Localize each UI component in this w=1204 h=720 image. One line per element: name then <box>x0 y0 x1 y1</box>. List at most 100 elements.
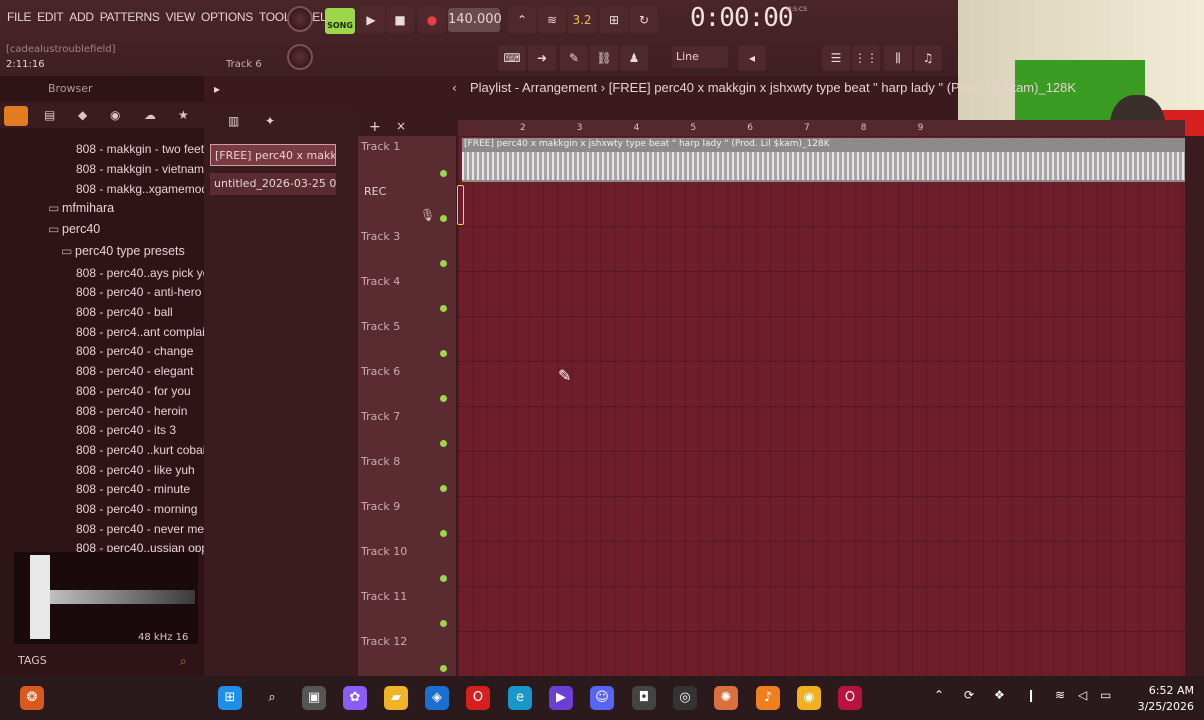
arrow-icon[interactable]: ➜ <box>528 45 556 71</box>
browser-item[interactable]: 808 - perc40 - its 3 <box>76 423 176 437</box>
track-enable-led[interactable] <box>440 575 447 582</box>
track-label[interactable]: Track 4 <box>361 275 400 288</box>
browser-item[interactable]: 808 - perc40..ays pick you <box>76 266 216 280</box>
tempo-display[interactable]: 140.000 <box>448 8 502 32</box>
track-enable-led[interactable] <box>440 485 447 492</box>
playlist-back-icon[interactable]: ‹ <box>452 81 457 95</box>
menu-item[interactable]: PATTERNS <box>97 10 163 24</box>
close-icon[interactable]: × <box>396 119 406 133</box>
discord-icon[interactable]: ☺ <box>590 686 614 710</box>
timeline-ruler[interactable] <box>458 120 1185 136</box>
record-button[interactable]: ● <box>418 7 446 33</box>
picker-audio-icon[interactable]: ✦ <box>265 114 275 128</box>
track-enable-led[interactable] <box>440 665 447 672</box>
menu-item[interactable]: VIEW <box>163 10 198 24</box>
sync-icon[interactable]: ⟳ <box>964 688 974 702</box>
menu-item[interactable]: FILE <box>4 10 34 24</box>
store-icon[interactable]: ◈ <box>425 686 449 710</box>
browser-item[interactable]: 808 - perc40 - ball <box>76 305 173 319</box>
track-label[interactable]: Track 12 <box>361 635 407 648</box>
browser-item[interactable]: 808 - makkg..xgamemode <box>76 182 215 196</box>
track-label[interactable]: REC <box>364 185 386 198</box>
opera-gx-icon[interactable]: O <box>838 686 862 710</box>
menu-item[interactable]: ADD <box>66 10 96 24</box>
browser-item[interactable]: 808 - perc40 - minute <box>76 482 190 496</box>
search-icon[interactable]: ⌕ <box>180 654 187 669</box>
stop-button[interactable]: ■ <box>386 7 414 33</box>
browser-item[interactable]: perc40 type presets <box>75 244 185 258</box>
picker-item[interactable]: [FREE] perc40 x makkgin... <box>210 144 336 166</box>
chrome-icon[interactable]: ◉ <box>797 686 821 710</box>
browser-item[interactable]: 808 - perc40 - elegant <box>76 364 193 378</box>
keyboard-icon[interactable]: ⌨ <box>498 45 526 71</box>
tray-chevron-icon[interactable]: ⌃ <box>934 688 944 702</box>
menu-item[interactable]: OPTIONS <box>198 10 256 24</box>
wifi-icon[interactable]: ≋ <box>1055 688 1065 702</box>
track-enable-led[interactable] <box>440 305 447 312</box>
browser-item[interactable]: 808 - perc40 - anti-hero <box>76 285 201 299</box>
playlist-view-icon[interactable]: ☰ <box>822 45 850 71</box>
track-enable-led[interactable] <box>440 620 447 627</box>
cloud-icon[interactable]: ☁ <box>144 108 156 122</box>
metronome-icon[interactable]: ⌃ <box>508 7 536 33</box>
browser-item[interactable]: 808 - perc4..ant complain <box>76 325 211 339</box>
countdown-icon[interactable]: 3.2 <box>568 7 596 33</box>
browser-item[interactable]: 808 - perc40 - change <box>76 344 193 358</box>
start-icon[interactable]: ⊞ <box>218 686 242 710</box>
master-pitch-knob[interactable] <box>287 44 313 70</box>
step-edit-icon[interactable]: ⊞ <box>600 7 628 33</box>
track-label[interactable]: Track 10 <box>361 545 407 558</box>
camera-icon[interactable]: ◘ <box>632 686 656 710</box>
add-track-icon[interactable]: + <box>369 119 381 135</box>
track-label[interactable]: Track 11 <box>361 590 407 603</box>
track-label[interactable]: Track 5 <box>361 320 400 333</box>
prev-pattern-icon[interactable]: ◂ <box>738 45 766 71</box>
browser-item[interactable]: 808 - perc40 - like yuh <box>76 463 195 477</box>
track-label[interactable]: Track 3 <box>361 230 400 243</box>
playlist-arrow-icon[interactable]: ▸ <box>214 82 220 96</box>
menu-item[interactable]: EDIT <box>34 10 66 24</box>
browser-item[interactable]: 808 - perc40 - morning <box>76 502 197 516</box>
stamp-icon[interactable]: ♟ <box>620 45 648 71</box>
file-icon[interactable]: ▤ <box>44 108 55 122</box>
channel-rack-icon[interactable]: ⋮⋮ <box>852 45 880 71</box>
mic-tray-icon[interactable]: ❙ <box>1026 688 1036 702</box>
globe-icon[interactable]: ◉ <box>110 108 120 122</box>
mixer-icon[interactable]: ⫼ <box>884 45 912 71</box>
picker-item[interactable]: untitled_2026-03-25 06-... <box>210 173 336 195</box>
picker-pattern-icon[interactable]: ▥ <box>228 114 239 128</box>
file-explorer-icon[interactable]: ▰ <box>384 686 408 710</box>
battery-icon[interactable]: ▭ <box>1100 688 1111 702</box>
star-icon[interactable]: ★ <box>178 108 189 122</box>
clock-time[interactable]: 6:52 AM <box>1134 684 1194 697</box>
track-enable-led[interactable] <box>440 350 447 357</box>
clipchamp-icon[interactable]: ▶ <box>549 686 573 710</box>
obs-icon[interactable]: ◎ <box>673 686 697 710</box>
browser-item[interactable]: mfmihara <box>62 201 114 215</box>
playlist-grid[interactable] <box>458 136 1185 676</box>
volume-icon[interactable]: ◁ <box>1078 688 1087 702</box>
fl-studio-icon[interactable]: ♪ <box>756 686 780 710</box>
track-label[interactable]: Track 7 <box>361 410 400 423</box>
browser-item[interactable]: 808 - perc40 - for you <box>76 384 191 398</box>
piano-roll-icon[interactable]: ♫ <box>914 45 942 71</box>
link-icon[interactable]: ⛓ <box>590 45 618 71</box>
edge-icon[interactable]: e <box>508 686 532 710</box>
opera-icon[interactable]: O <box>466 686 490 710</box>
vertical-scrollbar[interactable] <box>1185 136 1204 676</box>
track-enable-led[interactable] <box>440 530 447 537</box>
track-enable-led[interactable] <box>440 215 447 222</box>
browser-item[interactable]: 808 - makkgin - vietnam <box>76 162 204 176</box>
master-volume-knob[interactable] <box>287 6 313 32</box>
play-button[interactable]: ▶ <box>357 7 385 33</box>
wait-input-icon[interactable]: ≋ <box>538 7 566 33</box>
track-label[interactable]: Track 6 <box>361 365 400 378</box>
track-label[interactable]: Track 9 <box>361 500 400 513</box>
track-enable-led[interactable] <box>440 440 447 447</box>
browser-item[interactable]: 808 - perc40 - heroin <box>76 404 187 418</box>
clock-date[interactable]: 3/25/2026 <box>1130 700 1194 713</box>
track-label[interactable]: Track 8 <box>361 455 400 468</box>
browser-item[interactable]: 808 - makkgin - two feet <box>76 142 204 156</box>
snap-select[interactable]: Line <box>672 46 728 68</box>
copilot-icon[interactable]: ✿ <box>343 686 367 710</box>
